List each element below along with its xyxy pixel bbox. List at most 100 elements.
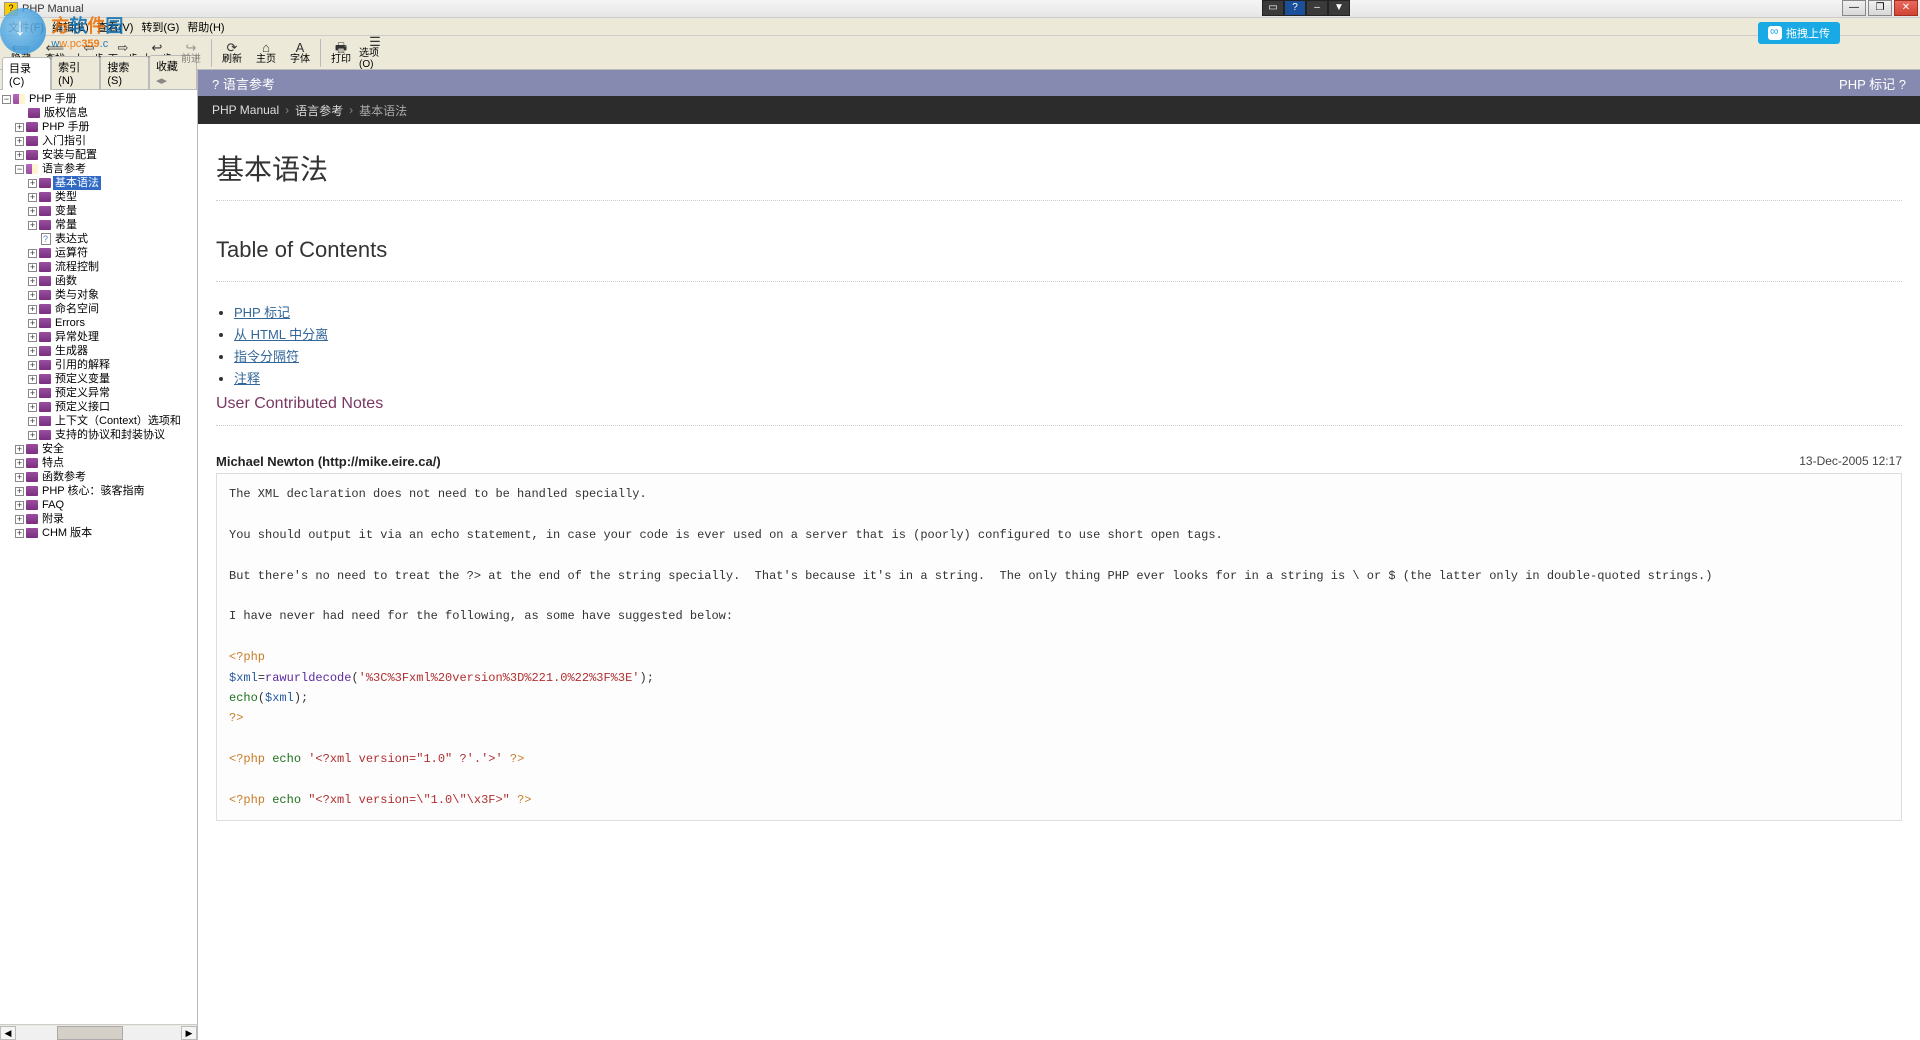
toolbar-print-button[interactable]: 🖶打印 xyxy=(324,37,358,69)
scroll-right-icon[interactable]: ▶ xyxy=(181,1026,197,1040)
menu-file[interactable]: 文件(F) xyxy=(4,19,48,35)
prev-link[interactable]: ? 语言参考 xyxy=(212,74,275,93)
widget-close-icon[interactable]: ▼ xyxy=(1328,0,1350,16)
menu-edit[interactable]: 编辑(E) xyxy=(48,19,93,35)
crumb-1[interactable]: 语言参考 xyxy=(295,102,343,119)
tree-expander-icon[interactable]: + xyxy=(28,389,37,398)
tree-expander-icon[interactable]: + xyxy=(28,403,37,412)
tree-item[interactable]: 版权信息 xyxy=(15,106,197,120)
tree-expander-icon[interactable]: + xyxy=(15,445,24,454)
tree-item[interactable]: +基本语法 xyxy=(28,176,197,190)
widget-help-icon[interactable]: ? xyxy=(1284,0,1306,16)
tree-expander-icon[interactable]: + xyxy=(28,375,37,384)
tree-item[interactable]: +预定义异常 xyxy=(28,386,197,400)
toolbar-home-button[interactable]: ⌂主页 xyxy=(249,37,283,69)
tree-expander-icon[interactable]: + xyxy=(28,431,37,440)
tree-expander-icon[interactable]: + xyxy=(28,277,37,286)
upload-badge[interactable]: 拖拽上传 xyxy=(1758,22,1840,44)
widget-min-icon[interactable]: – xyxy=(1306,0,1328,16)
tree-expander-icon[interactable]: + xyxy=(15,515,24,524)
tree-item[interactable]: +FAQ xyxy=(15,498,197,512)
tree-item[interactable]: −PHP 手册 xyxy=(2,92,197,106)
tree-expander-icon[interactable]: + xyxy=(28,347,37,356)
minimize-button[interactable]: — xyxy=(1842,0,1866,16)
window-titlebar: ? PHP Manual ▭ ? – ▼ — ❐ ✕ xyxy=(0,0,1920,18)
tree-expander-icon[interactable]: + xyxy=(28,249,37,258)
maximize-button[interactable]: ❐ xyxy=(1868,0,1892,16)
tree-item[interactable]: +变量 xyxy=(28,204,197,218)
tree-expander-icon[interactable]: + xyxy=(28,333,37,342)
toc-link[interactable]: 注释 xyxy=(234,371,260,386)
tree-item[interactable]: +安全 xyxy=(15,442,197,456)
tree-expander-icon[interactable]: + xyxy=(28,221,37,230)
tree-expander-icon[interactable]: + xyxy=(15,501,24,510)
tree-expander-icon[interactable]: + xyxy=(15,473,24,482)
tree-item[interactable]: +预定义接口 xyxy=(28,400,197,414)
tree-item[interactable]: +PHP 核心：骇客指南 xyxy=(15,484,197,498)
tree-expander-icon[interactable]: + xyxy=(15,151,24,160)
scroll-thumb[interactable] xyxy=(57,1026,123,1040)
tree-item[interactable]: +上下文（Context）选项和 xyxy=(28,414,197,428)
crumb-root[interactable]: PHP Manual xyxy=(212,103,279,117)
refresh-icon: ⟳ xyxy=(227,41,238,54)
tree-item[interactable]: +Errors xyxy=(28,316,197,330)
tree-item[interactable]: +特点 xyxy=(15,456,197,470)
tree-item[interactable]: +生成器 xyxy=(28,344,197,358)
tree-item[interactable]: +CHM 版本 xyxy=(15,526,197,540)
tree-expander-icon[interactable]: + xyxy=(28,193,37,202)
tree-view[interactable]: −PHP 手册版权信息+PHP 手册+入门指引+安装与配置−语言参考+基本语法+… xyxy=(0,90,197,1024)
menu-help[interactable]: 帮助(H) xyxy=(183,19,228,35)
tab-index[interactable]: 索引(N) xyxy=(51,56,100,89)
horizontal-scrollbar[interactable]: ◀ ▶ xyxy=(0,1024,197,1040)
tree-expander-icon[interactable]: + xyxy=(28,417,37,426)
tree-item[interactable]: +类与对象 xyxy=(28,288,197,302)
tab-contents[interactable]: 目录(C) xyxy=(2,57,51,90)
menu-view[interactable]: 查看(V) xyxy=(93,19,138,35)
tree-item[interactable]: +流程控制 xyxy=(28,260,197,274)
content-pane[interactable]: ? 语言参考 PHP 标记 ? PHP Manual › 语言参考 › 基本语法… xyxy=(198,70,1920,1040)
tree-item[interactable]: +命名空间 xyxy=(28,302,197,316)
scroll-left-icon[interactable]: ◀ xyxy=(0,1026,16,1040)
tree-expander-icon[interactable]: + xyxy=(15,487,24,496)
tree-expander-icon[interactable]: − xyxy=(2,95,11,104)
tree-item[interactable]: +支持的协议和封装协议 xyxy=(28,428,197,442)
tree-item[interactable]: +安装与配置 xyxy=(15,148,197,162)
tree-expander-icon[interactable]: + xyxy=(28,319,37,328)
tree-item[interactable]: −语言参考 xyxy=(15,162,197,176)
tree-expander-icon[interactable]: + xyxy=(28,207,37,216)
breadcrumb: PHP Manual › 语言参考 › 基本语法 xyxy=(198,96,1920,124)
tree-item[interactable]: +运算符 xyxy=(28,246,197,260)
tree-expander-icon[interactable]: + xyxy=(28,291,37,300)
toolbar-options-button[interactable]: ☰选项(O) xyxy=(358,37,392,69)
tree-expander-icon[interactable]: + xyxy=(15,529,24,538)
tree-expander-icon[interactable]: − xyxy=(15,165,24,174)
tree-expander-icon[interactable]: + xyxy=(28,361,37,370)
close-button[interactable]: ✕ xyxy=(1894,0,1918,16)
next-link[interactable]: PHP 标记 ? xyxy=(1839,74,1906,93)
tree-item[interactable]: +常量 xyxy=(28,218,197,232)
menu-goto[interactable]: 转到(G) xyxy=(137,19,183,35)
tree-expander-icon[interactable]: + xyxy=(15,459,24,468)
toc-link[interactable]: 指令分隔符 xyxy=(234,349,299,364)
tree-expander-icon[interactable]: + xyxy=(28,305,37,314)
toc-link[interactable]: PHP 标记 xyxy=(234,305,290,320)
tree-item[interactable]: +函数参考 xyxy=(15,470,197,484)
toolbar-refresh-button[interactable]: ⟳刷新 xyxy=(215,37,249,69)
tree-item[interactable]: +异常处理 xyxy=(28,330,197,344)
tree-expander-icon[interactable]: + xyxy=(28,263,37,272)
toc-link[interactable]: 从 HTML 中分离 xyxy=(234,327,328,342)
tree-item[interactable]: +附录 xyxy=(15,512,197,526)
tree-item[interactable]: +引用的解释 xyxy=(28,358,197,372)
tab-search[interactable]: 搜索(S) xyxy=(100,56,149,89)
tree-item[interactable]: 表达式 xyxy=(28,232,197,246)
tree-item[interactable]: +PHP 手册 xyxy=(15,120,197,134)
toolbar-font-button[interactable]: A字体 xyxy=(283,37,317,69)
widget-dark-icon[interactable]: ▭ xyxy=(1262,0,1284,16)
tree-item[interactable]: +预定义变量 xyxy=(28,372,197,386)
tree-item[interactable]: +函数 xyxy=(28,274,197,288)
tree-expander-icon[interactable]: + xyxy=(28,179,37,188)
tree-expander-icon[interactable]: + xyxy=(15,137,24,146)
tree-expander-icon[interactable]: + xyxy=(15,123,24,132)
tree-item[interactable]: +类型 xyxy=(28,190,197,204)
tree-item[interactable]: +入门指引 xyxy=(15,134,197,148)
